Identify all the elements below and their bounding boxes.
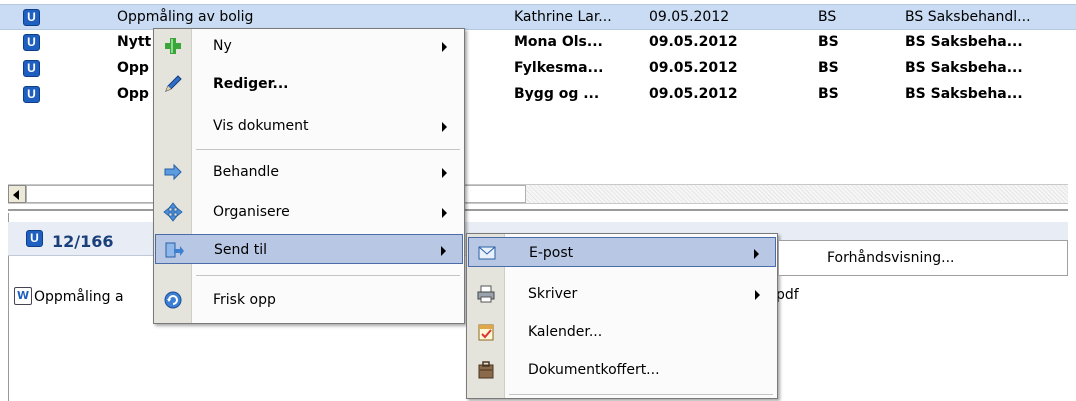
document-type-icon: U [26,230,43,247]
scroll-left-arrow-icon[interactable] [8,185,26,203]
document-type-icon: U [23,60,40,77]
menu-item-label: Frisk opp [213,292,276,308]
calendar-icon [476,322,496,342]
document-unit: BS [818,60,839,76]
document-date: 09.05.2012 [649,9,730,25]
menu-item-organisere[interactable]: Organisere [155,197,463,227]
menu-item-label: Kalender... [528,324,603,340]
document-from: Fylkesma... [514,60,604,76]
menu-item-label: Rediger... [213,76,289,92]
menu-item-dokumentkoffert[interactable]: Dokumentkoffert... [468,355,776,385]
send-icon [164,240,184,260]
menu-item-rediger[interactable]: Rediger... [155,69,463,99]
submenu-arrow-icon [442,168,447,178]
menu-separator [196,275,460,276]
menu-item-label: Ny [213,38,232,54]
arrow-forward-icon [163,162,183,182]
move-icon [163,202,183,222]
menu-item-label: Skriver [528,286,578,302]
menu-item-skriver[interactable]: Skriver [468,279,776,309]
menu-item-forhandsvisning[interactable]: Forhåndsvisning... [827,250,954,266]
document-unit: BS [818,34,839,50]
send-to-submenu: E-post Skriver Kalender... Dokumentkoffe… [466,233,778,399]
document-date: 09.05.2012 [649,86,738,102]
document-date: 09.05.2012 [649,34,738,50]
submenu-arrow-icon [441,246,446,256]
menu-item-label: Vis dokument [213,118,309,134]
table-row[interactable]: U Oppmåling av bolig Kathrine Lar... 09.… [0,4,1076,30]
submenu-arrow-icon [754,249,759,259]
menu-item-label: Send til [214,242,267,258]
document-date: 09.05.2012 [649,60,738,76]
attachment-name: Oppmåling a [34,289,124,305]
attachment-item[interactable]: Oppmåling a [14,287,124,305]
menu-item-behandle[interactable]: Behandle [155,157,463,187]
menu-item-ny[interactable]: Ny [155,31,463,61]
envelope-icon [477,243,497,263]
submenu-arrow-icon [442,42,447,52]
menu-item-label: E-post [529,245,574,261]
menu-separator [196,149,460,150]
document-type-icon: U [23,9,40,26]
submenu-arrow-icon [442,208,447,218]
document-case-officer: BS Saksbeha... [905,86,1023,102]
document-count: 12/166 [52,232,114,251]
email-submenu: Forhåndsvisning... [778,240,1068,276]
document-case-officer: BS Saksbehandl... [905,9,1031,25]
refresh-icon [163,290,183,310]
menu-item-vis-dokument[interactable]: Vis dokument [155,111,463,141]
submenu-arrow-icon [755,290,760,300]
document-from: Bygg og ... [514,86,600,102]
plus-icon [163,36,183,56]
attachment-extension: pdf [776,287,799,303]
menu-item-label: Dokumentkoffert... [528,362,660,378]
document-type-icon: U [23,86,40,103]
printer-icon [476,284,496,304]
document-case-officer: BS Saksbeha... [905,60,1023,76]
document-type-icon: U [23,34,40,51]
submenu-arrow-icon [442,122,447,132]
context-menu: Ny Rediger... Vis dokument Behandle Orga… [153,28,465,324]
briefcase-icon [476,360,496,380]
menu-separator [509,394,773,395]
document-title: Nytt [117,34,152,50]
menu-item-send-til[interactable]: Send til [155,234,463,264]
word-document-icon [14,287,32,305]
document-title: Oppmåling av bolig [117,9,254,25]
menu-item-e-post[interactable]: E-post [468,237,776,267]
menu-item-label: Organisere [213,204,290,220]
pencil-icon [163,74,183,94]
menu-item-kalender[interactable]: Kalender... [468,317,776,347]
menu-item-label: Behandle [213,164,279,180]
document-from: Kathrine Lar... [514,9,612,25]
document-case-officer: BS Saksbeha... [905,34,1023,50]
document-unit: BS [818,86,839,102]
document-from: Mona Ols... [514,34,603,50]
document-title: Opp [117,86,149,102]
document-unit: BS [818,9,837,25]
menu-item-frisk-opp[interactable]: Frisk opp [155,285,463,315]
document-title: Opp [117,60,149,76]
